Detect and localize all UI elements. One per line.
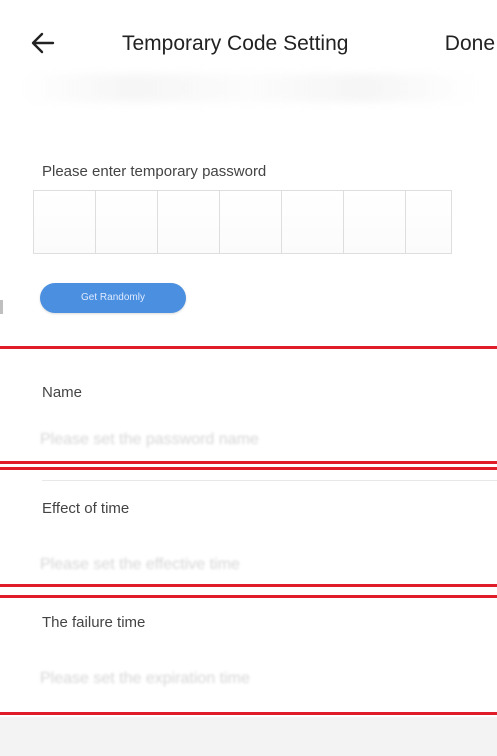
name-label: Name [42, 384, 83, 401]
code-box[interactable] [158, 191, 220, 253]
arrow-left-icon[interactable] [30, 30, 56, 56]
code-box[interactable] [406, 191, 451, 253]
code-box[interactable] [34, 191, 96, 253]
done-button[interactable]: Done [445, 32, 495, 56]
highlight-line [0, 595, 497, 598]
code-box[interactable] [220, 191, 282, 253]
password-code-boxes[interactable] [33, 190, 452, 254]
name-input[interactable] [40, 425, 460, 455]
page-title: Temporary Code Setting [122, 32, 349, 55]
edge-marker [0, 300, 3, 314]
temporary-code-setting-screen: Temporary Code Setting Done Please enter… [0, 0, 497, 756]
header-blur-strip [20, 74, 477, 102]
highlight-line [0, 346, 497, 349]
highlight-line [0, 584, 497, 587]
highlight-line [0, 461, 497, 464]
highlight-line [0, 712, 497, 715]
effect-time-label: Effect of time [42, 500, 130, 517]
highlight-line [0, 467, 497, 470]
get-randomly-button[interactable]: Get Randomly [40, 283, 186, 313]
code-box[interactable] [282, 191, 344, 253]
bottom-panel [0, 717, 497, 756]
header-bar: Temporary Code Setting Done [0, 0, 497, 102]
code-box[interactable] [344, 191, 406, 253]
effect-time-input[interactable] [40, 550, 460, 580]
failure-time-label: The failure time [42, 614, 146, 631]
failure-time-input[interactable] [40, 664, 460, 694]
password-prompt: Please enter temporary password [42, 163, 267, 180]
code-box[interactable] [96, 191, 158, 253]
field-divider [42, 480, 497, 481]
